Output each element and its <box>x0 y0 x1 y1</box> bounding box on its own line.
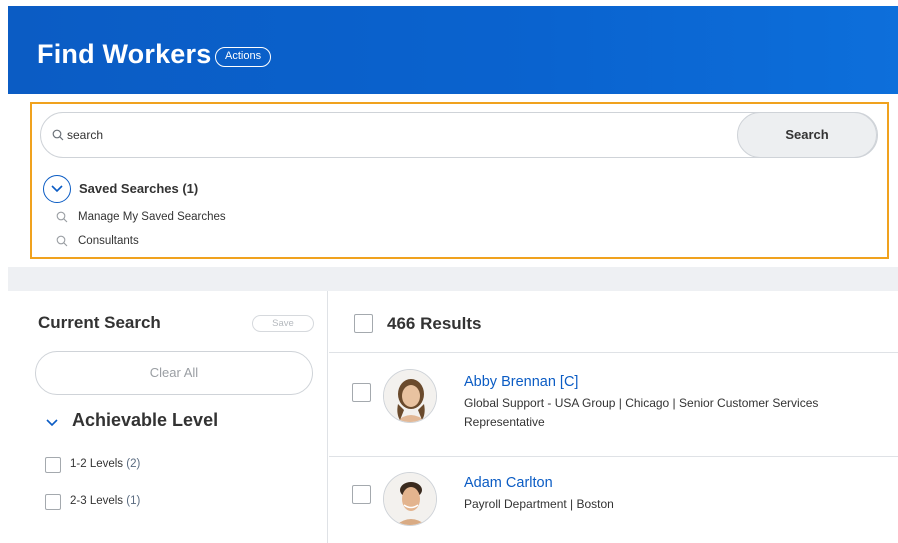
page-title: Find Workers <box>37 39 212 69</box>
saved-search-label: Manage My Saved Searches <box>78 211 226 223</box>
current-search-title: Current Search <box>38 313 161 332</box>
search-button[interactable]: Search <box>737 112 877 158</box>
search-input[interactable] <box>67 124 707 146</box>
facet-option-count: (1) <box>126 495 141 507</box>
female-avatar[interactable] <box>383 369 437 423</box>
result-checkbox[interactable] <box>352 485 371 504</box>
search-icon <box>56 235 68 247</box>
avatar-image <box>384 473 436 525</box>
actions-button[interactable]: Actions <box>215 47 272 67</box>
search-icon <box>56 211 68 223</box>
saved-searches-toggle[interactable] <box>43 175 71 203</box>
facet-checkbox[interactable] <box>45 494 61 510</box>
result-name-link[interactable]: Adam Carlton <box>464 475 553 491</box>
facet-option-count: (2) <box>126 458 141 470</box>
search-panel: Search Saved Searches (1) Manage My Save… <box>30 102 889 259</box>
saved-searches-title: Saved Searches (1) <box>79 181 199 196</box>
facet-option-label: 1-2 Levels (2) <box>70 458 141 470</box>
results-header: 466 Results <box>329 291 898 353</box>
search-box: Search <box>40 112 878 158</box>
result-description: Global Support - USA Group | Chicago | S… <box>464 396 819 429</box>
result-checkbox[interactable] <box>352 383 371 402</box>
search-icon <box>52 129 64 141</box>
result-row: Abby Brennan [C] Global Support - USA Gr… <box>329 354 898 456</box>
result-description: Payroll Department | Boston <box>464 497 614 511</box>
results-count: 466 Results <box>387 314 482 333</box>
avatar-image <box>384 370 436 422</box>
facet-checkbox[interactable] <box>45 457 61 473</box>
select-all-checkbox[interactable] <box>354 314 373 333</box>
facet-option-label: 2-3 Levels (1) <box>70 495 141 507</box>
facet-title-achievable-level[interactable]: Achievable Level <box>72 410 218 431</box>
result-row: Adam Carlton Payroll Department | Boston <box>329 457 898 543</box>
section-divider <box>8 267 898 291</box>
find-workers-page: Find Workers Actions Search Saved Search… <box>8 0 898 543</box>
clear-all-button[interactable]: Clear All <box>35 351 313 395</box>
results-pane: 466 Results Abby Brennan [C] Global Supp… <box>329 291 898 543</box>
chevron-down-icon <box>51 185 63 193</box>
chevron-down-icon[interactable] <box>46 419 58 427</box>
current-search-pane: Current Search Save Clear All Achievable… <box>8 291 328 543</box>
save-search-button[interactable]: Save <box>252 315 314 332</box>
result-name-link[interactable]: Abby Brennan [C] <box>464 374 578 390</box>
male-avatar[interactable] <box>383 472 437 526</box>
saved-search-label: Consultants <box>78 235 139 247</box>
page-header: Find Workers Actions <box>8 6 898 94</box>
